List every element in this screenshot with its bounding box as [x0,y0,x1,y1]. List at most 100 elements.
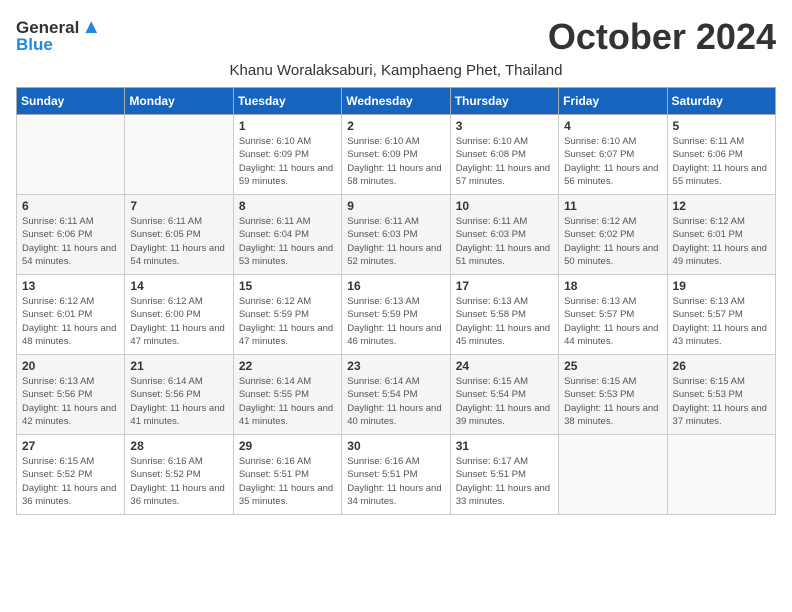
day-info: Sunrise: 6:11 AMSunset: 6:05 PMDaylight:… [130,215,227,268]
calendar-cell: 10Sunrise: 6:11 AMSunset: 6:03 PMDayligh… [450,195,558,275]
day-info: Sunrise: 6:11 AMSunset: 6:06 PMDaylight:… [673,135,770,188]
day-number: 26 [673,359,770,373]
calendar-cell: 27 Sunrise: 6:15 AMSunset: 5:52 PMDayligh… [17,435,125,515]
day-info: Sunrise: 6:16 AMSunset: 5:52 PMDaylight:… [130,455,227,508]
calendar-cell: 6 Sunrise: 6:11 AMSunset: 6:06 PMDaylight… [17,195,125,275]
day-number: 11 [564,199,661,213]
calendar-cell: 9 Sunrise: 6:11 AMSunset: 6:03 PMDaylight… [342,195,450,275]
day-info: Sunrise: 6:16 AMSunset: 5:51 PMDaylight:… [239,455,336,508]
calendar-cell: 21 Sunrise: 6:14 AMSunset: 5:56 PMDayligh… [125,355,233,435]
weekday-header-wednesday: Wednesday [342,88,450,115]
calendar-cell: 19Sunrise: 6:13 AMSunset: 5:57 PMDayligh… [667,275,775,355]
day-info: Sunrise: 6:13 AMSunset: 5:56 PMDaylight:… [22,375,119,428]
weekday-header-thursday: Thursday [450,88,558,115]
weekday-header-tuesday: Tuesday [233,88,341,115]
day-info: Sunrise: 6:12 AMSunset: 6:01 PMDaylight:… [22,295,119,348]
logo: General ▲ Blue [16,16,101,55]
calendar-cell: 11 Sunrise: 6:12 AMSunset: 6:02 PMDayligh… [559,195,667,275]
calendar-cell [559,435,667,515]
day-number: 2 [347,119,444,133]
calendar-cell: 29 Sunrise: 6:16 AMSunset: 5:51 PMDayligh… [233,435,341,515]
day-info: Sunrise: 6:13 AMSunset: 5:58 PMDaylight:… [456,295,553,348]
weekday-header-monday: Monday [125,88,233,115]
day-info: Sunrise: 6:15 AMSunset: 5:54 PMDaylight:… [456,375,553,428]
day-info: Sunrise: 6:12 AMSunset: 6:02 PMDaylight:… [564,215,661,268]
calendar-cell: 20 Sunrise: 6:13 AMSunset: 5:56 PMDayligh… [17,355,125,435]
calendar-cell: 26 Sunrise: 6:15 AMSunset: 5:53 PMDayligh… [667,355,775,435]
day-info: Sunrise: 6:14 AMSunset: 5:55 PMDaylight:… [239,375,336,428]
calendar-cell: 14 Sunrise: 6:12 AMSunset: 6:00 PMDayligh… [125,275,233,355]
day-info: Sunrise: 6:14 AMSunset: 5:56 PMDaylight:… [130,375,227,428]
calendar-cell: 12Sunrise: 6:12 AMSunset: 6:01 PMDayligh… [667,195,775,275]
calendar-cell: 18 Sunrise: 6:13 AMSunset: 5:57 PMDayligh… [559,275,667,355]
day-number: 30 [347,439,444,453]
day-info: Sunrise: 6:10 AMSunset: 6:09 PMDaylight:… [239,135,336,188]
calendar-cell: 5 Sunrise: 6:11 AMSunset: 6:06 PMDaylight… [667,115,775,195]
day-number: 13 [22,279,119,293]
day-number: 16 [347,279,444,293]
calendar-cell: 23Sunrise: 6:14 AMSunset: 5:54 PMDayligh… [342,355,450,435]
calendar-cell: 31Sunrise: 6:17 AMSunset: 5:51 PMDayligh… [450,435,558,515]
calendar-cell: 13 Sunrise: 6:12 AMSunset: 6:01 PMDayligh… [17,275,125,355]
day-number: 21 [130,359,227,373]
day-number: 10 [456,199,553,213]
day-number: 24 [456,359,553,373]
day-info: Sunrise: 6:17 AMSunset: 5:51 PMDaylight:… [456,455,553,508]
day-info: Sunrise: 6:16 AMSunset: 5:51 PMDaylight:… [347,455,444,508]
day-info: Sunrise: 6:11 AMSunset: 6:03 PMDaylight:… [347,215,444,268]
day-number: 27 [22,439,119,453]
calendar-cell: 7 Sunrise: 6:11 AMSunset: 6:05 PMDaylight… [125,195,233,275]
subtitle: Khanu Woralaksaburi, Kamphaeng Phet, Tha… [16,62,776,79]
day-number: 28 [130,439,227,453]
day-number: 18 [564,279,661,293]
day-number: 7 [130,199,227,213]
day-number: 3 [456,119,553,133]
day-number: 1 [239,119,336,133]
day-info: Sunrise: 6:15 AMSunset: 5:52 PMDaylight:… [22,455,119,508]
day-number: 4 [564,119,661,133]
day-info: Sunrise: 6:13 AMSunset: 5:57 PMDaylight:… [673,295,770,348]
day-info: Sunrise: 6:10 AMSunset: 6:07 PMDaylight:… [564,135,661,188]
day-number: 25 [564,359,661,373]
day-info: Sunrise: 6:15 AMSunset: 5:53 PMDaylight:… [673,375,770,428]
calendar-cell: 4 Sunrise: 6:10 AMSunset: 6:07 PMDaylight… [559,115,667,195]
day-number: 5 [673,119,770,133]
day-number: 6 [22,199,119,213]
day-info: Sunrise: 6:13 AMSunset: 5:59 PMDaylight:… [347,295,444,348]
calendar-cell: 22 Sunrise: 6:14 AMSunset: 5:55 PMDayligh… [233,355,341,435]
calendar-cell: 15 Sunrise: 6:12 AMSunset: 5:59 PMDayligh… [233,275,341,355]
day-info: Sunrise: 6:10 AMSunset: 6:09 PMDaylight:… [347,135,444,188]
logo-icon: ▲ [81,16,101,39]
day-number: 14 [130,279,227,293]
header: General ▲ Blue October 2024 [16,16,776,58]
day-info: Sunrise: 6:12 AMSunset: 6:00 PMDaylight:… [130,295,227,348]
day-number: 22 [239,359,336,373]
weekday-header-sunday: Sunday [17,88,125,115]
day-info: Sunrise: 6:11 AMSunset: 6:06 PMDaylight:… [22,215,119,268]
day-number: 20 [22,359,119,373]
day-info: Sunrise: 6:12 AMSunset: 5:59 PMDaylight:… [239,295,336,348]
calendar-table: SundayMondayTuesdayWednesdayThursdayFrid… [16,87,776,515]
day-number: 23 [347,359,444,373]
calendar-cell: 17 Sunrise: 6:13 AMSunset: 5:58 PMDayligh… [450,275,558,355]
day-number: 15 [239,279,336,293]
day-number: 17 [456,279,553,293]
day-info: Sunrise: 6:11 AMSunset: 6:04 PMDaylight:… [239,215,336,268]
calendar-cell: 16 Sunrise: 6:13 AMSunset: 5:59 PMDayligh… [342,275,450,355]
day-number: 8 [239,199,336,213]
weekday-header-saturday: Saturday [667,88,775,115]
calendar-cell: 8 Sunrise: 6:11 AMSunset: 6:04 PMDaylight… [233,195,341,275]
month-title: October 2024 [548,16,776,58]
calendar-cell: 28 Sunrise: 6:16 AMSunset: 5:52 PMDayligh… [125,435,233,515]
calendar-cell: 2 Sunrise: 6:10 AMSunset: 6:09 PMDaylight… [342,115,450,195]
calendar-cell: 24 Sunrise: 6:15 AMSunset: 5:54 PMDayligh… [450,355,558,435]
day-number: 12 [673,199,770,213]
calendar-cell [17,115,125,195]
day-info: Sunrise: 6:13 AMSunset: 5:57 PMDaylight:… [564,295,661,348]
calendar-cell: 1 Sunrise: 6:10 AMSunset: 6:09 PMDaylight… [233,115,341,195]
calendar-cell: 3 Sunrise: 6:10 AMSunset: 6:08 PMDaylight… [450,115,558,195]
day-number: 9 [347,199,444,213]
day-number: 29 [239,439,336,453]
weekday-header-friday: Friday [559,88,667,115]
day-info: Sunrise: 6:10 AMSunset: 6:08 PMDaylight:… [456,135,553,188]
